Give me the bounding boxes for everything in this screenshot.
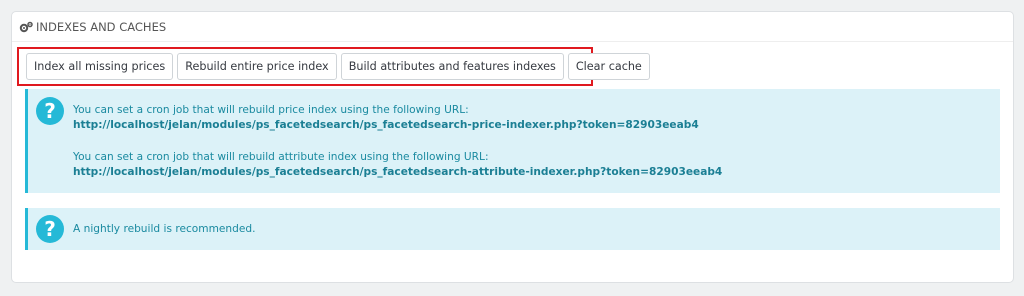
clear-cache-button[interactable]: Clear cache: [567, 53, 650, 80]
panel-heading: Indexes and caches: [12, 12, 1013, 42]
price-cron-text: You can set a cron job that will rebuild…: [73, 104, 469, 116]
attribute-cron-url: http://localhost/jelan/modules/ps_facete…: [73, 166, 723, 178]
index-missing-prices-button[interactable]: Index all missing prices: [26, 53, 174, 80]
question-icon: ?: [36, 215, 64, 243]
nightly-rebuild-alert: ? A nightly rebuild is recommended.: [25, 208, 1000, 250]
price-cron-url: http://localhost/jelan/modules/ps_facete…: [73, 119, 699, 131]
rebuild-price-index-button[interactable]: Rebuild entire price index: [177, 53, 337, 80]
cron-info-body: You can set a cron job that will rebuild…: [73, 103, 990, 180]
gears-icon: [19, 21, 33, 33]
attribute-cron-text: You can set a cron job that will rebuild…: [73, 151, 489, 163]
question-icon: ?: [36, 97, 64, 125]
nightly-rebuild-text: A nightly rebuild is recommended.: [73, 223, 256, 235]
action-buttons-group: Index all missing prices Rebuild entire …: [17, 47, 650, 86]
indexes-caches-panel: Indexes and caches Index all missing pri…: [11, 11, 1014, 283]
build-attributes-features-indexes-button[interactable]: Build attributes and features indexes: [340, 53, 564, 80]
cron-info-alert: ? You can set a cron job that will rebui…: [25, 89, 1000, 193]
panel-title: Indexes and caches: [36, 19, 167, 34]
